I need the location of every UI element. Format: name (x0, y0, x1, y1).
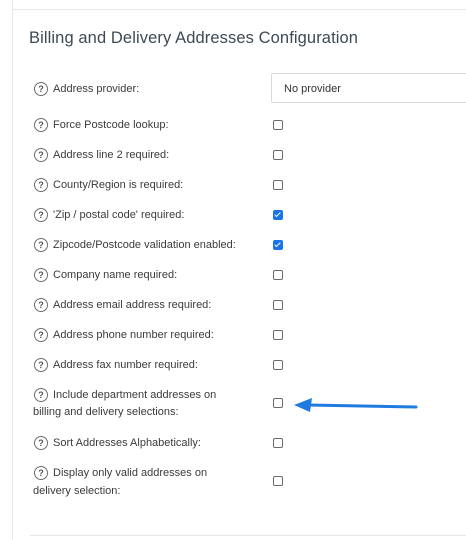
company-name-required-checkbox[interactable] (273, 270, 283, 280)
zip-postal-required-checkbox[interactable] (273, 210, 283, 220)
help-icon[interactable]: ? (34, 178, 48, 192)
postcode-validation-label: Zipcode/Postcode validation enabled: (53, 239, 236, 251)
county-region-required-checkbox[interactable] (273, 180, 283, 190)
panel-top-border (12, 9, 466, 10)
county-region-required-label: County/Region is required: (53, 179, 184, 191)
arrow-left-icon (294, 398, 418, 412)
address-line2-required-label: Address line 2 required: (53, 149, 170, 161)
help-icon[interactable]: ? (34, 118, 48, 132)
include-department-addresses-checkbox[interactable] (273, 398, 283, 408)
address-phone-required-label: Address phone number required: (53, 329, 214, 341)
address-email-required-label: Address email address required: (53, 299, 212, 311)
display-valid-addresses-label-line2: delivery selection: (33, 485, 121, 497)
force-postcode-lookup-label: Force Postcode lookup: (53, 119, 169, 131)
help-icon[interactable]: ? (34, 328, 48, 342)
help-icon[interactable]: ? (34, 358, 48, 372)
display-valid-addresses-checkbox[interactable] (273, 476, 283, 486)
section-title: Billing and Delivery Addresses Configura… (29, 29, 359, 47)
address-provider-label: Address provider: (53, 83, 140, 95)
help-icon[interactable]: ? (34, 436, 48, 450)
address-line2-required-checkbox[interactable] (273, 150, 283, 160)
display-valid-addresses-label-line1: Display only valid addresses on (53, 467, 208, 479)
sort-addresses-checkbox[interactable] (273, 438, 283, 448)
company-name-required-label: Company name required: (53, 269, 178, 281)
zip-postal-required-label: 'Zip / postal code' required: (53, 209, 185, 221)
postcode-validation-checkbox[interactable] (273, 240, 283, 250)
include-department-addresses-label-line1: Include department addresses on (53, 389, 217, 401)
address-email-required-checkbox[interactable] (273, 300, 283, 310)
force-postcode-lookup-checkbox[interactable] (273, 120, 283, 130)
sort-addresses-label: Sort Addresses Alphabetically: (53, 437, 201, 449)
address-provider-selected-value: No provider (284, 83, 341, 95)
address-fax-required-checkbox[interactable] (273, 360, 283, 370)
help-icon[interactable]: ? (34, 82, 48, 96)
help-icon[interactable]: ? (34, 466, 48, 480)
help-icon[interactable]: ? (34, 208, 48, 222)
address-provider-select[interactable]: No provider (271, 73, 466, 103)
help-icon[interactable]: ? (34, 388, 48, 402)
panel-left-border (12, 0, 13, 540)
address-phone-required-checkbox[interactable] (273, 330, 283, 340)
help-icon[interactable]: ? (34, 238, 48, 252)
include-department-addresses-label-line2: billing and delivery selections: (33, 406, 179, 418)
address-fax-required-label: Address fax number required: (53, 359, 198, 371)
help-icon[interactable]: ? (34, 298, 48, 312)
help-icon[interactable]: ? (34, 148, 48, 162)
help-icon[interactable]: ? (34, 268, 48, 282)
panel-bottom-border (30, 535, 466, 536)
